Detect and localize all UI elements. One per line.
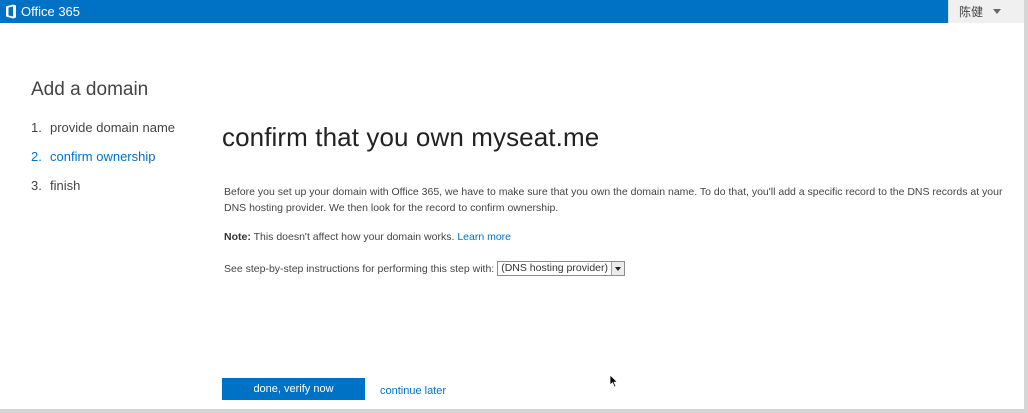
- step-label: provide domain name: [50, 120, 176, 135]
- verify-now-button[interactable]: done, verify now: [222, 378, 365, 400]
- brand-name: Office 365: [21, 4, 81, 19]
- note: Note: This doesn't affect how your domai…: [224, 231, 511, 243]
- step-number: 1.: [31, 120, 42, 135]
- top-bar: Office 365 陈健: [0, 0, 1024, 23]
- wizard-steps: 1. provide domain name 2. confirm ownershi…: [31, 119, 175, 206]
- brand[interactable]: Office 365: [5, 3, 80, 20]
- dropdown-arrow-icon[interactable]: [611, 262, 624, 275]
- step-label: confirm ownership: [50, 149, 156, 164]
- user-menu[interactable]: 陈健: [948, 0, 1024, 23]
- step-provide-domain-name: 1. provide domain name: [31, 119, 175, 148]
- note-label: Note:: [224, 231, 251, 243]
- step-finish: 3. finish: [31, 177, 175, 206]
- step-confirm-ownership: 2. confirm ownership: [31, 148, 175, 177]
- page-heading: Add a domain: [31, 79, 149, 100]
- instructions-label: See step-by-step instructions for perfor…: [224, 262, 495, 275]
- user-name: 陈健: [959, 5, 984, 19]
- learn-more-link[interactable]: Learn more: [457, 231, 511, 243]
- instructions-row: See step-by-step instructions for perfor…: [224, 261, 625, 276]
- step-label: finish: [50, 178, 81, 193]
- app-window: Office 365 陈健 Add a domain 1. provide dom…: [0, 0, 1028, 413]
- mouse-pointer-icon: [609, 374, 619, 388]
- chevron-down-icon: [993, 9, 1002, 14]
- continue-later-link[interactable]: continue later: [380, 385, 446, 397]
- dns-provider-select[interactable]: (DNS hosting provider): [497, 261, 625, 276]
- intro-text: Before you set up your domain with Offic…: [224, 186, 1003, 214]
- dns-provider-value: (DNS hosting provider): [501, 262, 608, 274]
- office-logo-icon: [6, 4, 16, 19]
- note-text: This doesn't affect how your domain work…: [250, 231, 458, 243]
- step-number: 3.: [31, 178, 42, 193]
- step-number: 2.: [31, 149, 42, 164]
- page-title: confirm that you own myseat.me: [222, 122, 600, 152]
